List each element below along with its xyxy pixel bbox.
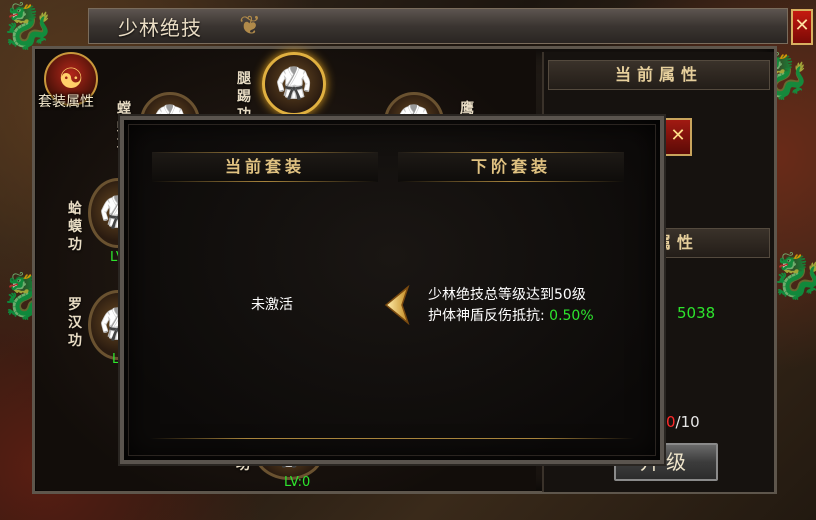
dragon-ornament-icon: 🐉	[0, 1, 55, 52]
suit-attribute-label[interactable]: 套装属性	[38, 91, 94, 111]
next-suit-attribute: 护体神盾反伤抵抗: 0.50%	[428, 305, 594, 325]
current-attribute-header: 当前属性	[548, 60, 770, 90]
skill-leg-kick-icon[interactable]: 🥋	[262, 52, 326, 116]
next-suit-requirement: 少林绝技总等级达到50级	[428, 287, 586, 303]
prev-arrow-icon[interactable]	[384, 285, 410, 325]
count-current: 0	[666, 413, 676, 431]
current-suit-header: 当前套装	[152, 152, 378, 182]
skill-label-toad: 蛤蟆功	[68, 201, 82, 253]
flame-ornament-icon: ❦	[239, 11, 261, 41]
count-max: /10	[675, 413, 700, 431]
stat-value: 5038	[677, 304, 716, 322]
current-suit-status: 未激活	[251, 297, 293, 313]
next-suit-header: 下阶套装	[398, 152, 624, 182]
next-attr-value: 0.50%	[549, 308, 594, 324]
upgrade-count: 0/10	[666, 413, 700, 431]
divider	[150, 438, 634, 439]
skill-level: LV:0	[284, 475, 311, 490]
skill-label-arhat: 罗汉功	[68, 297, 82, 349]
close-button[interactable]: ✕	[791, 9, 813, 45]
window-title: 少林绝技	[118, 16, 202, 40]
panel-close-button[interactable]: ✕	[664, 118, 692, 156]
next-attr-label: 护体神盾反伤抵抗:	[428, 308, 545, 324]
